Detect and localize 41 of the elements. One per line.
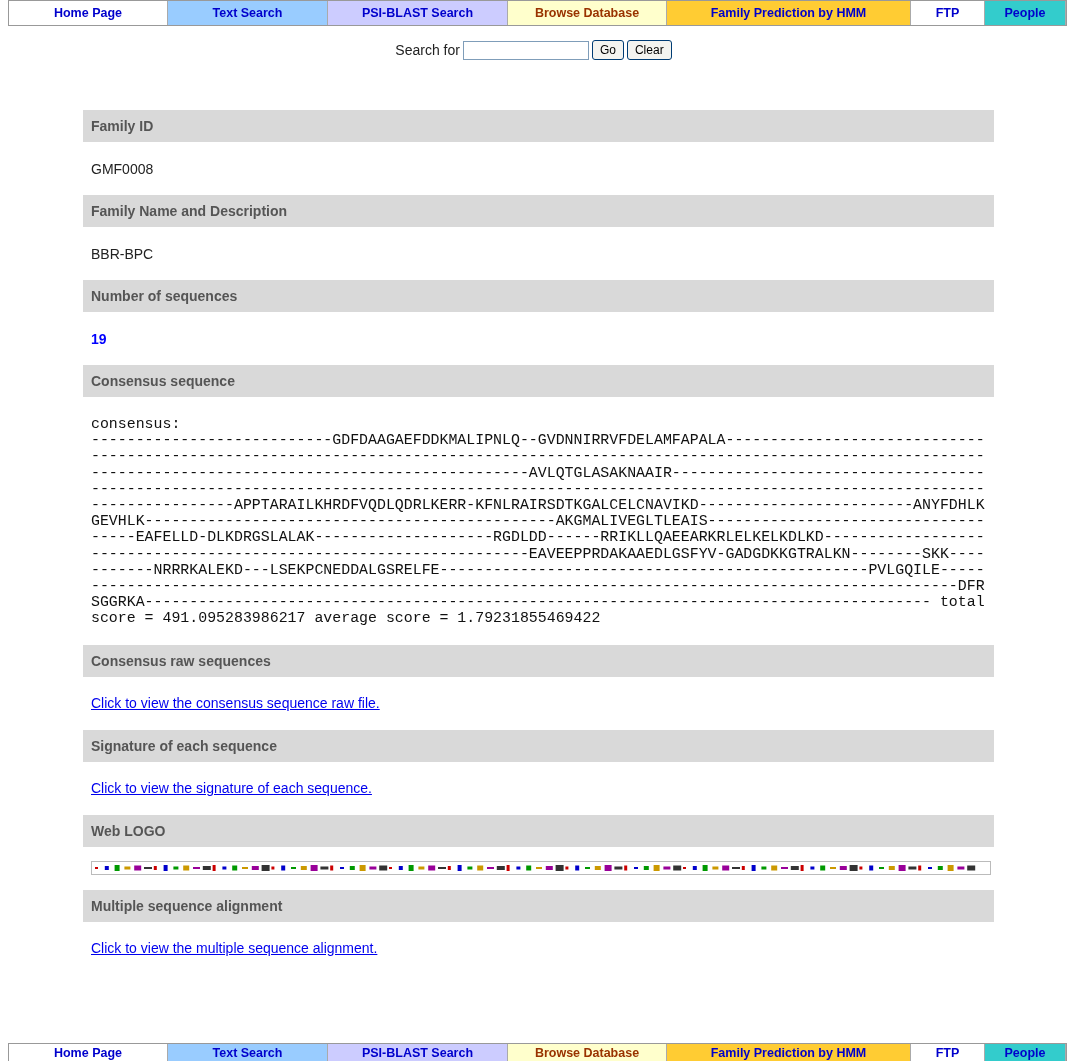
field-value: BBR-BPC: [91, 245, 154, 262]
sequence-count: 19: [91, 330, 107, 347]
nav-link[interactable]: People: [985, 1044, 1066, 1061]
sequence-line: ----------------------------------------------------------------------------------------------------: [91, 480, 986, 497]
nav-link[interactable]: Family Prediction by HMM: [667, 1044, 911, 1061]
view-link[interactable]: Click to view the multiple sequence alignment.: [91, 940, 378, 957]
sequence-line: score = 491.095283986217 average score = 1.79231855469422: [91, 610, 602, 627]
search-field[interactable]: [462, 40, 589, 60]
nav-link[interactable]: Family Prediction by HMM: [667, 1, 911, 25]
section-header: Consensus raw sequences: [83, 644, 994, 677]
search-label: Search for: [395, 42, 460, 58]
sequence-line: SGGRKA---------------------------------------------------------------------------------------- total: [91, 594, 986, 611]
sequence-line: -----EAFELLD-DLKDRGSLALAK--------------------RGDLDD------RRIKLLQAEEARKRLELKELKDLKD------------------: [91, 529, 986, 546]
sequence-line: -------------------------------------------------------------------------------------------------DFR: [91, 578, 986, 595]
view-link[interactable]: Click to view the consensus sequence raw file.: [91, 695, 380, 712]
sequence-line: -------------------------------------------------EAVEEPPRDAKAAEDLGSFYV-GADGDKKGTRALKN--------SKK----: [91, 545, 986, 562]
sequence-line: GEVHLK----------------------------------------------AKGMALIVEGLTLEAIS-------------------------------: [91, 513, 986, 530]
section-header: Family Name and Description: [83, 195, 994, 227]
nav-link[interactable]: Text Search: [168, 1, 328, 25]
section-header: Web LOGO: [83, 814, 994, 847]
sequence-line: consensus:: [91, 416, 182, 433]
nav-link[interactable]: Browse Database: [508, 1, 667, 25]
section-header: Signature of each sequence: [83, 729, 994, 762]
sequence-line: -------------------------------------------------AVLQTGLASAKNAAIR-----------------------------------: [91, 464, 986, 481]
section-header: Family ID: [83, 110, 994, 142]
nav-link[interactable]: PSI-BLAST Search: [328, 1, 508, 25]
sequence-line: -------NRRRKALEKD---LSEKPCNEDDALGSRELFE------------------------------------------------PVLGQILE-----: [91, 561, 986, 579]
form-button[interactable]: Clear: [626, 40, 672, 60]
nav-link[interactable]: PSI-BLAST Search: [328, 1044, 508, 1061]
section-header: Consensus sequence: [83, 365, 994, 397]
sequence-line: ----------------------------------------------------------------------------------------------------: [91, 448, 986, 465]
sequence-line: ---------------------------GDFDAAGAEFDDKMALIPNLQ--GVDNNIRRVFDELAMFAPALA-----------------------------: [91, 432, 986, 449]
form-button[interactable]: Go: [591, 40, 624, 60]
sequence-line: ----------------APPTARAILKHRDFVQDLQDRLKERR-KFNLRAIRSDTKGALCELCNAVIKD------------------------ANYFDHLK: [91, 497, 986, 514]
section-header: Multiple sequence alignment: [83, 889, 994, 922]
section-header: Number of sequences: [83, 280, 994, 312]
nav-link[interactable]: People: [985, 1, 1066, 25]
field-value: GMF0008: [91, 160, 154, 177]
nav-link[interactable]: Text Search: [168, 1044, 328, 1061]
nav-link[interactable]: Browse Database: [508, 1044, 667, 1061]
view-link[interactable]: Click to view the signature of each sequence.: [91, 780, 372, 797]
